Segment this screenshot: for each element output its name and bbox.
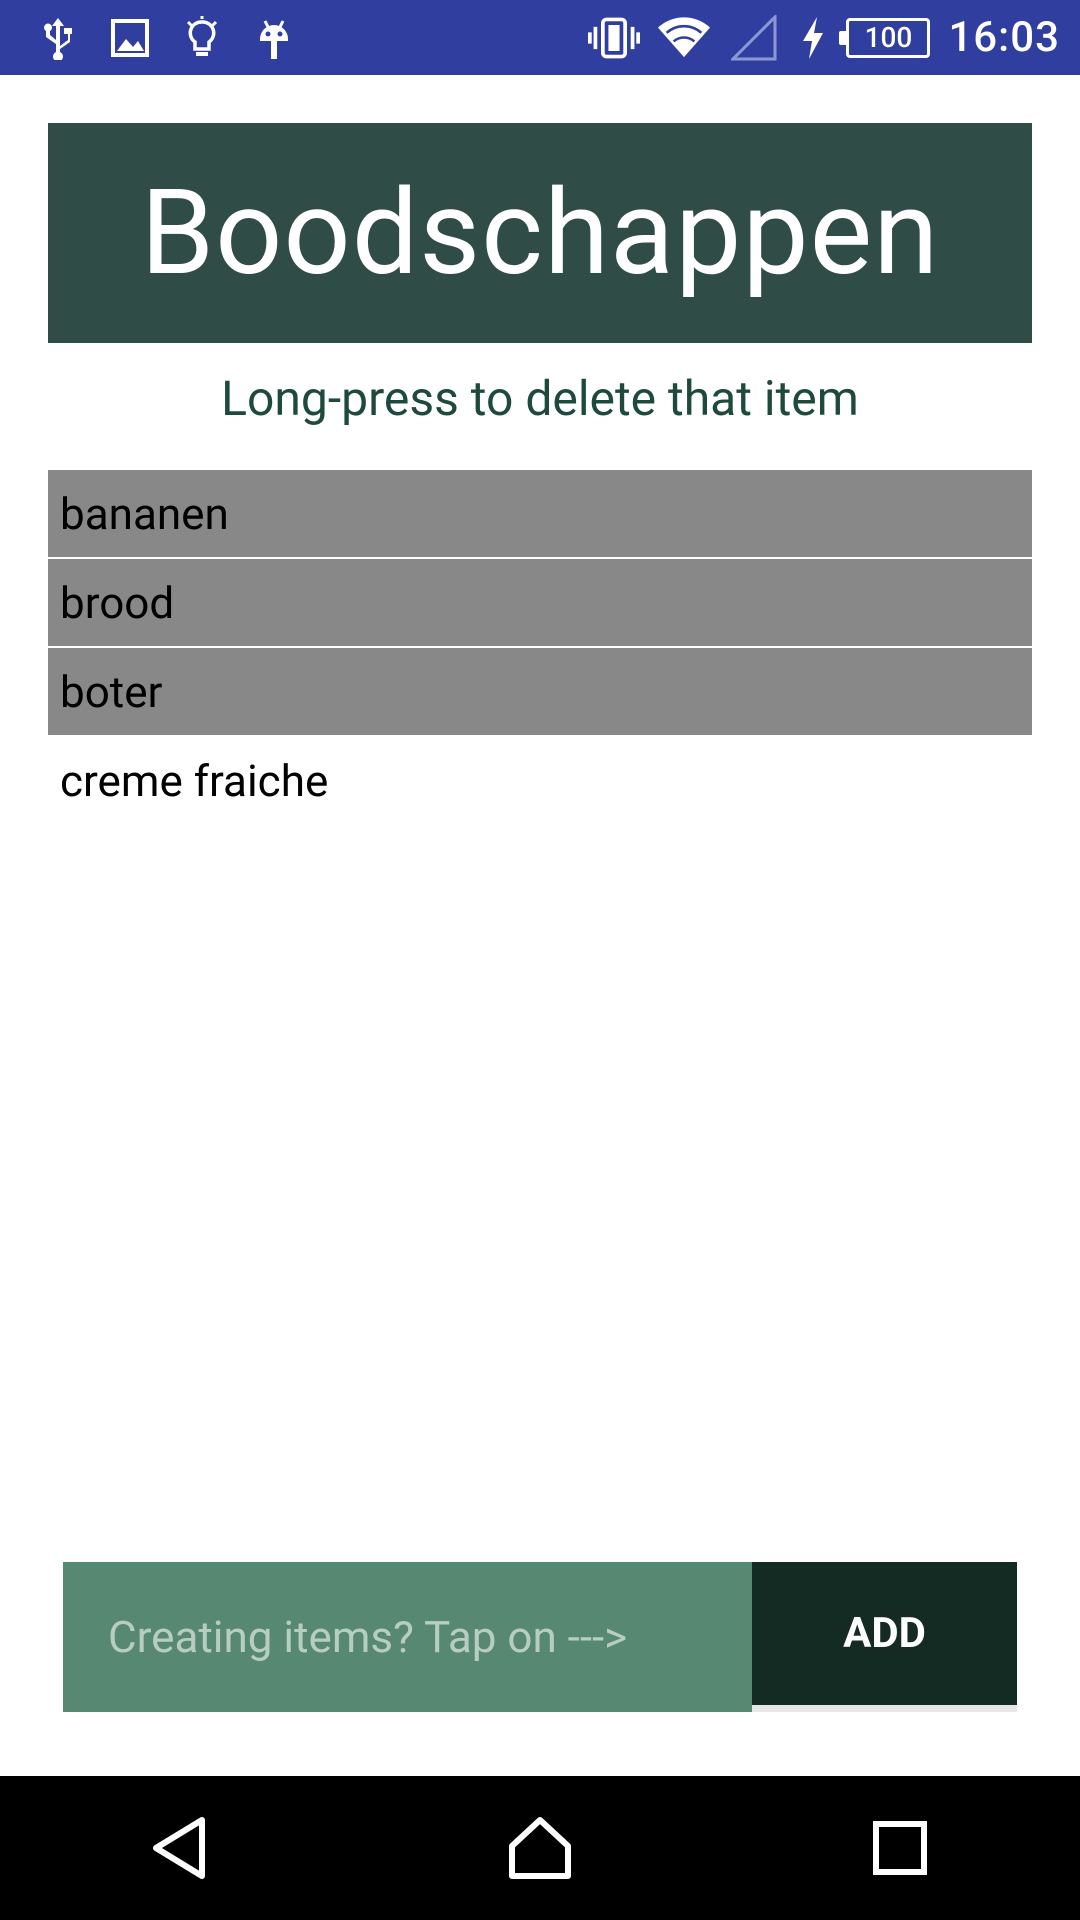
list-item[interactable]: bananen xyxy=(48,470,1032,557)
app-header: Boodschappen xyxy=(48,123,1032,343)
notification-icons xyxy=(34,14,298,62)
usb-icon xyxy=(34,14,82,62)
android-debug-icon xyxy=(250,14,298,62)
shopping-list: bananen brood boter creme fraiche xyxy=(48,470,1032,826)
clock: 16:03 xyxy=(948,13,1060,62)
page-title: Boodschappen xyxy=(140,164,940,302)
add-button[interactable]: ADD xyxy=(752,1562,1017,1705)
image-icon xyxy=(106,14,154,62)
charging-icon xyxy=(798,12,828,64)
navigation-bar xyxy=(0,1776,1080,1920)
list-item[interactable]: brood xyxy=(48,559,1032,646)
wifi-icon xyxy=(658,12,711,64)
list-item[interactable]: boter xyxy=(48,648,1032,735)
delete-hint: Long-press to delete that item xyxy=(221,370,859,427)
status-bar: 100 16:03 xyxy=(0,0,1080,75)
signal-icon xyxy=(728,12,780,64)
recents-icon[interactable] xyxy=(855,1803,945,1893)
new-item-input[interactable] xyxy=(63,1562,752,1712)
list-item[interactable]: creme fraiche xyxy=(48,737,1032,824)
system-icons: 100 16:03 xyxy=(588,0,1060,75)
vibrate-icon xyxy=(588,12,641,64)
add-item-row: ADD xyxy=(63,1562,1017,1712)
lightbulb-icon xyxy=(178,14,226,62)
battery-indicator: 100 xyxy=(839,17,931,58)
back-icon[interactable] xyxy=(135,1803,225,1893)
home-icon[interactable] xyxy=(495,1803,585,1893)
